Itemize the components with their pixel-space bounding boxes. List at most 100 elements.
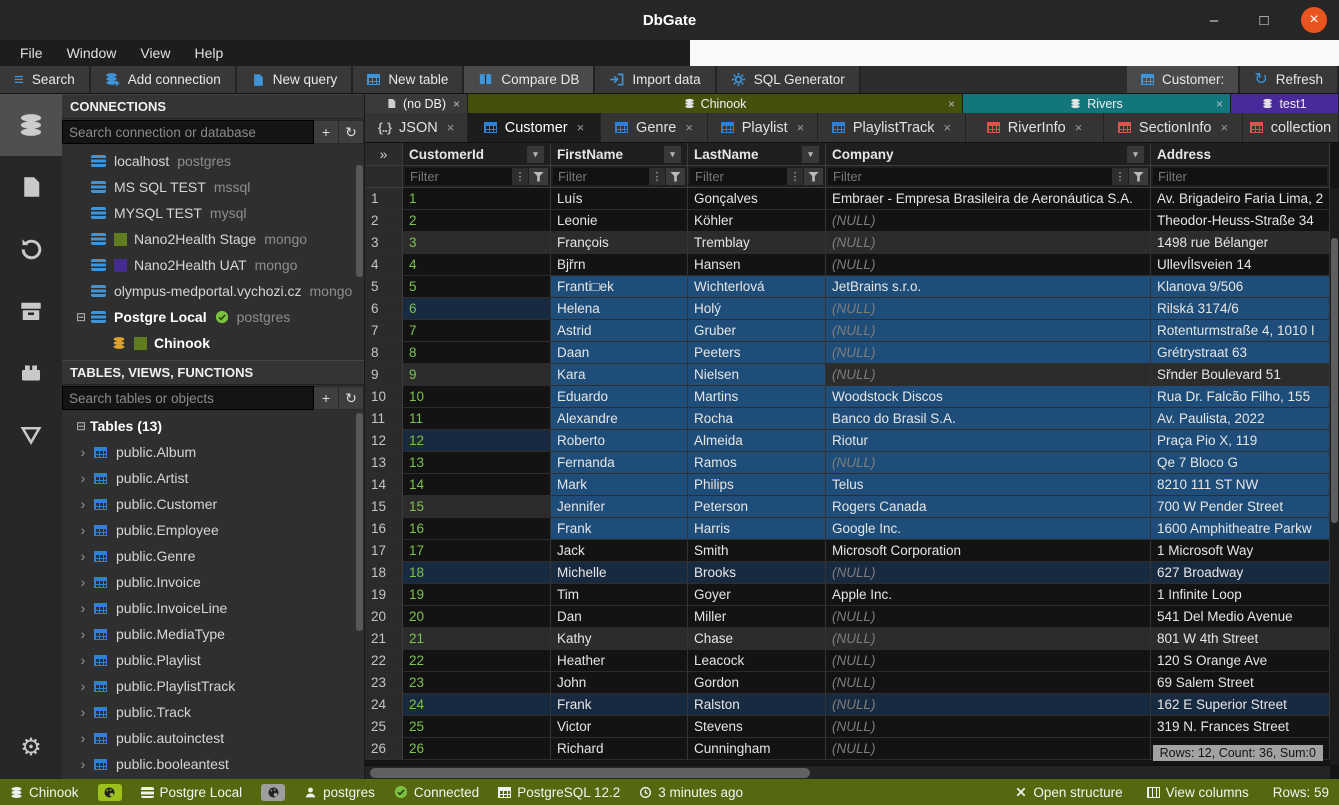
row-number[interactable]: 15 <box>365 496 403 518</box>
cell-address[interactable]: Grétrystraat 63 <box>1151 342 1330 364</box>
menu-help[interactable]: Help <box>182 45 235 61</box>
status-item-rows-59[interactable]: Rows: 59 <box>1273 785 1329 800</box>
column-header-firstname[interactable]: FirstName▾ <box>551 143 688 166</box>
cell-firstname[interactable]: Jack <box>551 540 688 562</box>
tab-playlist[interactable]: Playlist× <box>708 113 818 142</box>
connection-item[interactable]: localhostpostgres <box>62 148 364 174</box>
close-icon[interactable]: × <box>797 120 805 135</box>
cell-customerid[interactable]: 18 <box>403 562 551 584</box>
row-number[interactable]: 17 <box>365 540 403 562</box>
cell-customerid[interactable]: 24 <box>403 694 551 716</box>
filter-menu-button[interactable]: ⋮ <box>512 168 528 185</box>
cell-company[interactable]: (NULL) <box>826 232 1151 254</box>
cell-company[interactable]: Embraer - Empresa Brasileira de Aeronáut… <box>826 188 1151 210</box>
table-tree-item[interactable]: ›public.autoinctest <box>62 725 364 751</box>
cell-address[interactable]: 1600 Amphitheatre Parkw <box>1151 518 1330 540</box>
close-icon[interactable]: × <box>944 120 952 135</box>
column-menu-button[interactable]: ▾ <box>1127 146 1144 163</box>
table-tree-item[interactable]: ›public.MediaType <box>62 621 364 647</box>
rail-item-archive[interactable] <box>0 280 62 342</box>
collapse-icon[interactable]: ⊟ <box>72 419 90 433</box>
filter-funnel-button[interactable] <box>804 168 823 185</box>
column-menu-button[interactable]: ▾ <box>664 146 681 163</box>
rail-item-cell-data[interactable] <box>0 404 62 466</box>
cell-company[interactable]: (NULL) <box>826 452 1151 474</box>
row-number[interactable]: 18 <box>365 562 403 584</box>
connection-item[interactable]: Nano2Health UATmongo <box>62 252 364 278</box>
cell-lastname[interactable]: Almeida <box>688 430 826 452</box>
status-item-open-structure[interactable]: Open structure <box>1015 785 1122 800</box>
tab-collection[interactable]: collection <box>1243 113 1339 142</box>
row-number[interactable]: 20 <box>365 606 403 628</box>
cell-firstname[interactable]: Frank <box>551 694 688 716</box>
row-number[interactable]: 1 <box>365 188 403 210</box>
row-number[interactable]: 11 <box>365 408 403 430</box>
close-icon[interactable]: × <box>453 97 460 111</box>
connection-item[interactable]: MS SQL TESTmssql <box>62 174 364 200</box>
cell-firstname[interactable]: Michelle <box>551 562 688 584</box>
grid-horizontal-scrollbar[interactable] <box>365 765 1330 779</box>
grid-corner-button[interactable]: » <box>365 143 403 166</box>
cell-customerid[interactable]: 6 <box>403 298 551 320</box>
row-number[interactable]: 3 <box>365 232 403 254</box>
cell-lastname[interactable]: Leacock <box>688 650 826 672</box>
cell-lastname[interactable]: Köhler <box>688 210 826 232</box>
filter-funnel-button[interactable] <box>1129 168 1148 185</box>
toolbar-button-customer[interactable]: Customer: <box>1127 66 1240 93</box>
cell-address[interactable]: 162 E Superior Street <box>1151 694 1330 716</box>
column-header-lastname[interactable]: LastName▾ <box>688 143 826 166</box>
cell-address[interactable]: Rilská 3174/6 <box>1151 298 1330 320</box>
filter-funnel-button[interactable] <box>666 168 685 185</box>
cell-customerid[interactable]: 1 <box>403 188 551 210</box>
cell-address[interactable]: Theodor-Heuss-Straße 34 <box>1151 210 1330 232</box>
table-tree-item[interactable]: ›public.Genre <box>62 543 364 569</box>
toolbar-button-import-data[interactable]: Import data <box>595 66 716 93</box>
row-number[interactable]: 5 <box>365 276 403 298</box>
cell-company[interactable]: Google Inc. <box>826 518 1151 540</box>
table-tree-item[interactable]: ›public.Playlist <box>62 647 364 673</box>
tab-group-test1[interactable]: test1 <box>1231 94 1339 113</box>
tab-customer[interactable]: Customer× <box>468 113 601 142</box>
row-number[interactable]: 8 <box>365 342 403 364</box>
cell-address[interactable]: Praça Pio X, 119 <box>1151 430 1330 452</box>
connection-item[interactable]: olympus-medportal.vychozi.czmongo <box>62 278 364 304</box>
cell-company[interactable]: Banco do Brasil S.A. <box>826 408 1151 430</box>
tables-scrollbar-thumb[interactable] <box>356 413 363 631</box>
cell-address[interactable]: 1 Microsoft Way <box>1151 540 1330 562</box>
cell-company[interactable]: (NULL) <box>826 210 1151 232</box>
collapse-icon[interactable]: ⊟ <box>72 310 90 324</box>
row-number[interactable]: 13 <box>365 452 403 474</box>
close-icon[interactable]: × <box>1216 97 1223 111</box>
cell-firstname[interactable]: Franti□ek <box>551 276 688 298</box>
connection-item[interactable]: Chinook <box>62 330 364 356</box>
cell-address[interactable]: 700 W Pender Street <box>1151 496 1330 518</box>
cell-customerid[interactable]: 9 <box>403 364 551 386</box>
cell-company[interactable]: Rogers Canada <box>826 496 1151 518</box>
cell-lastname[interactable]: Ramos <box>688 452 826 474</box>
rail-item-history[interactable] <box>0 218 62 280</box>
cell-lastname[interactable]: Gruber <box>688 320 826 342</box>
cell-address[interactable]: 627 Broadway <box>1151 562 1330 584</box>
cell-address[interactable]: 541 Del Medio Avenue <box>1151 606 1330 628</box>
row-number[interactable]: 19 <box>365 584 403 606</box>
cell-company[interactable]: (NULL) <box>826 738 1151 760</box>
row-number[interactable]: 21 <box>365 628 403 650</box>
close-icon[interactable]: × <box>1220 120 1228 135</box>
vertical-scrollbar-thumb[interactable] <box>1331 238 1338 523</box>
column-menu-button[interactable]: ▾ <box>527 146 544 163</box>
cell-customerid[interactable]: 20 <box>403 606 551 628</box>
cell-lastname[interactable]: Peeters <box>688 342 826 364</box>
cell-address[interactable]: 801 W 4th Street <box>1151 628 1330 650</box>
cell-company[interactable]: (NULL) <box>826 606 1151 628</box>
table-tree-item[interactable]: ›public.Customer <box>62 491 364 517</box>
cell-firstname[interactable]: Luís <box>551 188 688 210</box>
filter-input[interactable]: Filter <box>1153 168 1327 185</box>
cell-lastname[interactable]: Gonçalves <box>688 188 826 210</box>
cell-address[interactable]: Klanova 9/506 <box>1151 276 1330 298</box>
row-number[interactable]: 12 <box>365 430 403 452</box>
table-tree-item[interactable]: ›public.Invoice <box>62 569 364 595</box>
row-number[interactable]: 9 <box>365 364 403 386</box>
cell-address[interactable]: Rotenturmstraße 4, 1010 I <box>1151 320 1330 342</box>
tab-sectioninfo[interactable]: SectionInfo× <box>1104 113 1243 142</box>
tables-root-node[interactable]: ⊟Tables (13) <box>62 413 364 439</box>
